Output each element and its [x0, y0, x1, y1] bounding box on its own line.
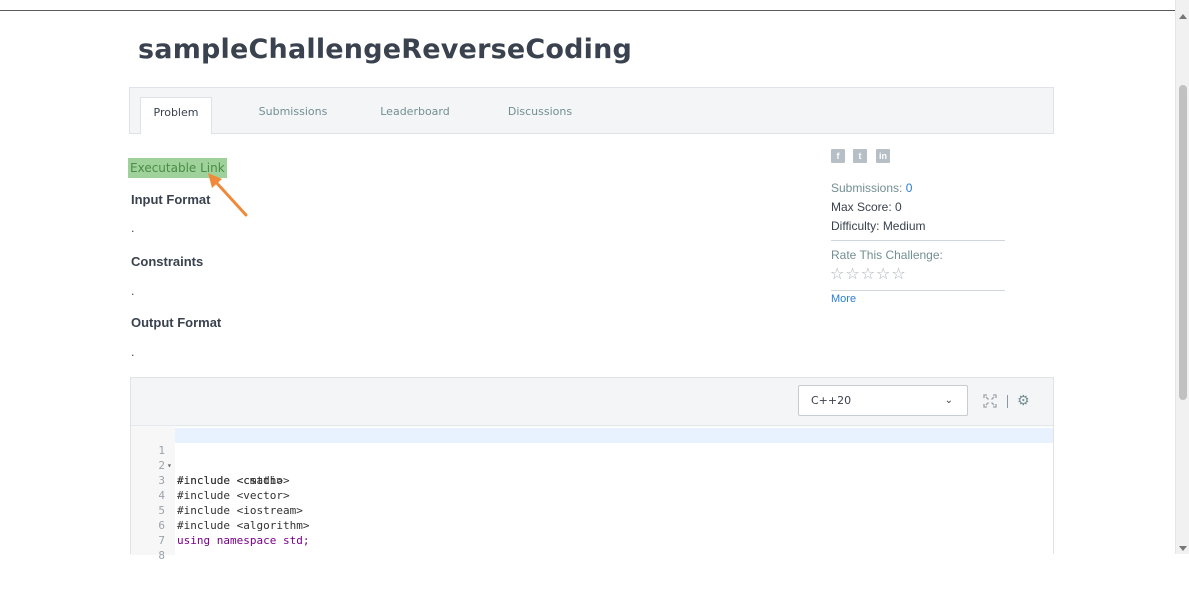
- challenge-tabs: Problem Submissions Leaderboard Discussi…: [129, 87, 1054, 135]
- submissions-stat: Submissions: 0: [831, 181, 912, 195]
- scroll-up-icon[interactable]: [1179, 14, 1187, 19]
- output-format-text: .: [131, 346, 135, 359]
- code-line[interactable]: 3 #include <vector>: [131, 458, 289, 502]
- line-number: 8: [158, 549, 165, 562]
- rating-stars: ☆☆☆☆☆: [830, 264, 907, 283]
- code-editor: C++20 ⌄ ⚙ 1 ▾ #include <cmath> 2 #includ…: [130, 377, 1054, 562]
- code-text: using namespace std;: [177, 534, 310, 547]
- code-text: #include <cstdio>: [177, 474, 290, 487]
- output-format-label: Output Format: [131, 315, 222, 330]
- code-line[interactable]: 4 #include <iostream>: [131, 473, 302, 517]
- code-line[interactable]: 7: [131, 518, 171, 547]
- input-format-label: Input Format: [131, 192, 211, 207]
- top-border: [0, 10, 1175, 11]
- star-icon[interactable]: ☆: [830, 264, 845, 283]
- editor-toolbar: C++20 ⌄ ⚙: [131, 378, 1053, 426]
- rate-challenge-label: Rate This Challenge:: [831, 248, 943, 262]
- twitter-icon[interactable]: t: [853, 149, 867, 163]
- star-icon[interactable]: ☆: [891, 264, 906, 283]
- code-line[interactable]: 2 #include <cstdio>: [131, 443, 289, 487]
- code-line[interactable]: 8: [131, 533, 171, 562]
- active-line-highlight: [175, 428, 1053, 443]
- difficulty-stat: Difficulty: Medium: [831, 219, 926, 233]
- scroll-down-icon[interactable]: [1179, 546, 1187, 551]
- code-text: #include <algorithm>: [177, 519, 310, 532]
- code-line[interactable]: 6 using namespace std;: [131, 503, 309, 547]
- annotation-arrow-icon: [208, 173, 248, 217]
- max-score-value: 0: [895, 200, 902, 214]
- tab-problem[interactable]: Problem: [140, 97, 212, 135]
- input-format-text: .: [131, 222, 135, 235]
- tab-leaderboard[interactable]: Leaderboard: [370, 97, 460, 135]
- constraints-text: .: [131, 285, 135, 298]
- constraints-label: Constraints: [131, 254, 204, 269]
- code-line[interactable]: 5 #include <algorithm>: [131, 488, 309, 532]
- code-text: #include <vector>: [177, 489, 290, 502]
- code-area[interactable]: 1 ▾ #include <cmath> 2 #include <cstdio>…: [131, 427, 1053, 562]
- star-icon[interactable]: ☆: [876, 264, 891, 283]
- scrollbar-thumb[interactable]: [1179, 85, 1187, 400]
- sidebar-divider: [831, 240, 1005, 241]
- star-icon[interactable]: ☆: [861, 264, 876, 283]
- fullscreen-icon[interactable]: [983, 394, 997, 408]
- language-select-value: C++20: [811, 394, 852, 407]
- max-score-stat: Max Score: 0: [831, 200, 902, 214]
- code-line[interactable]: 1 ▾ #include <cmath>: [131, 428, 283, 487]
- star-icon[interactable]: ☆: [845, 264, 860, 283]
- more-link[interactable]: More: [831, 293, 856, 305]
- facebook-icon[interactable]: f: [831, 149, 845, 163]
- submissions-count-link[interactable]: 0: [906, 181, 913, 195]
- linkedin-icon[interactable]: in: [876, 149, 890, 163]
- max-score-label: Max Score:: [831, 200, 892, 214]
- chevron-down-icon: ⌄: [944, 395, 953, 406]
- code-text: #include <iostream>: [177, 504, 303, 517]
- toolbar-separator: [1007, 395, 1008, 408]
- gear-icon[interactable]: ⚙: [1017, 394, 1030, 408]
- language-select[interactable]: C++20 ⌄: [798, 385, 968, 416]
- tab-submissions[interactable]: Submissions: [248, 97, 338, 135]
- tab-discussions[interactable]: Discussions: [495, 97, 585, 135]
- submissions-stat-label: Submissions:: [831, 181, 903, 195]
- difficulty-label: Difficulty:: [831, 219, 880, 233]
- page-title: sampleChallengeReverseCoding: [138, 34, 633, 65]
- page-scrollbar[interactable]: [1175, 0, 1189, 554]
- sidebar-divider: [831, 290, 1005, 291]
- difficulty-value: Medium: [882, 219, 926, 233]
